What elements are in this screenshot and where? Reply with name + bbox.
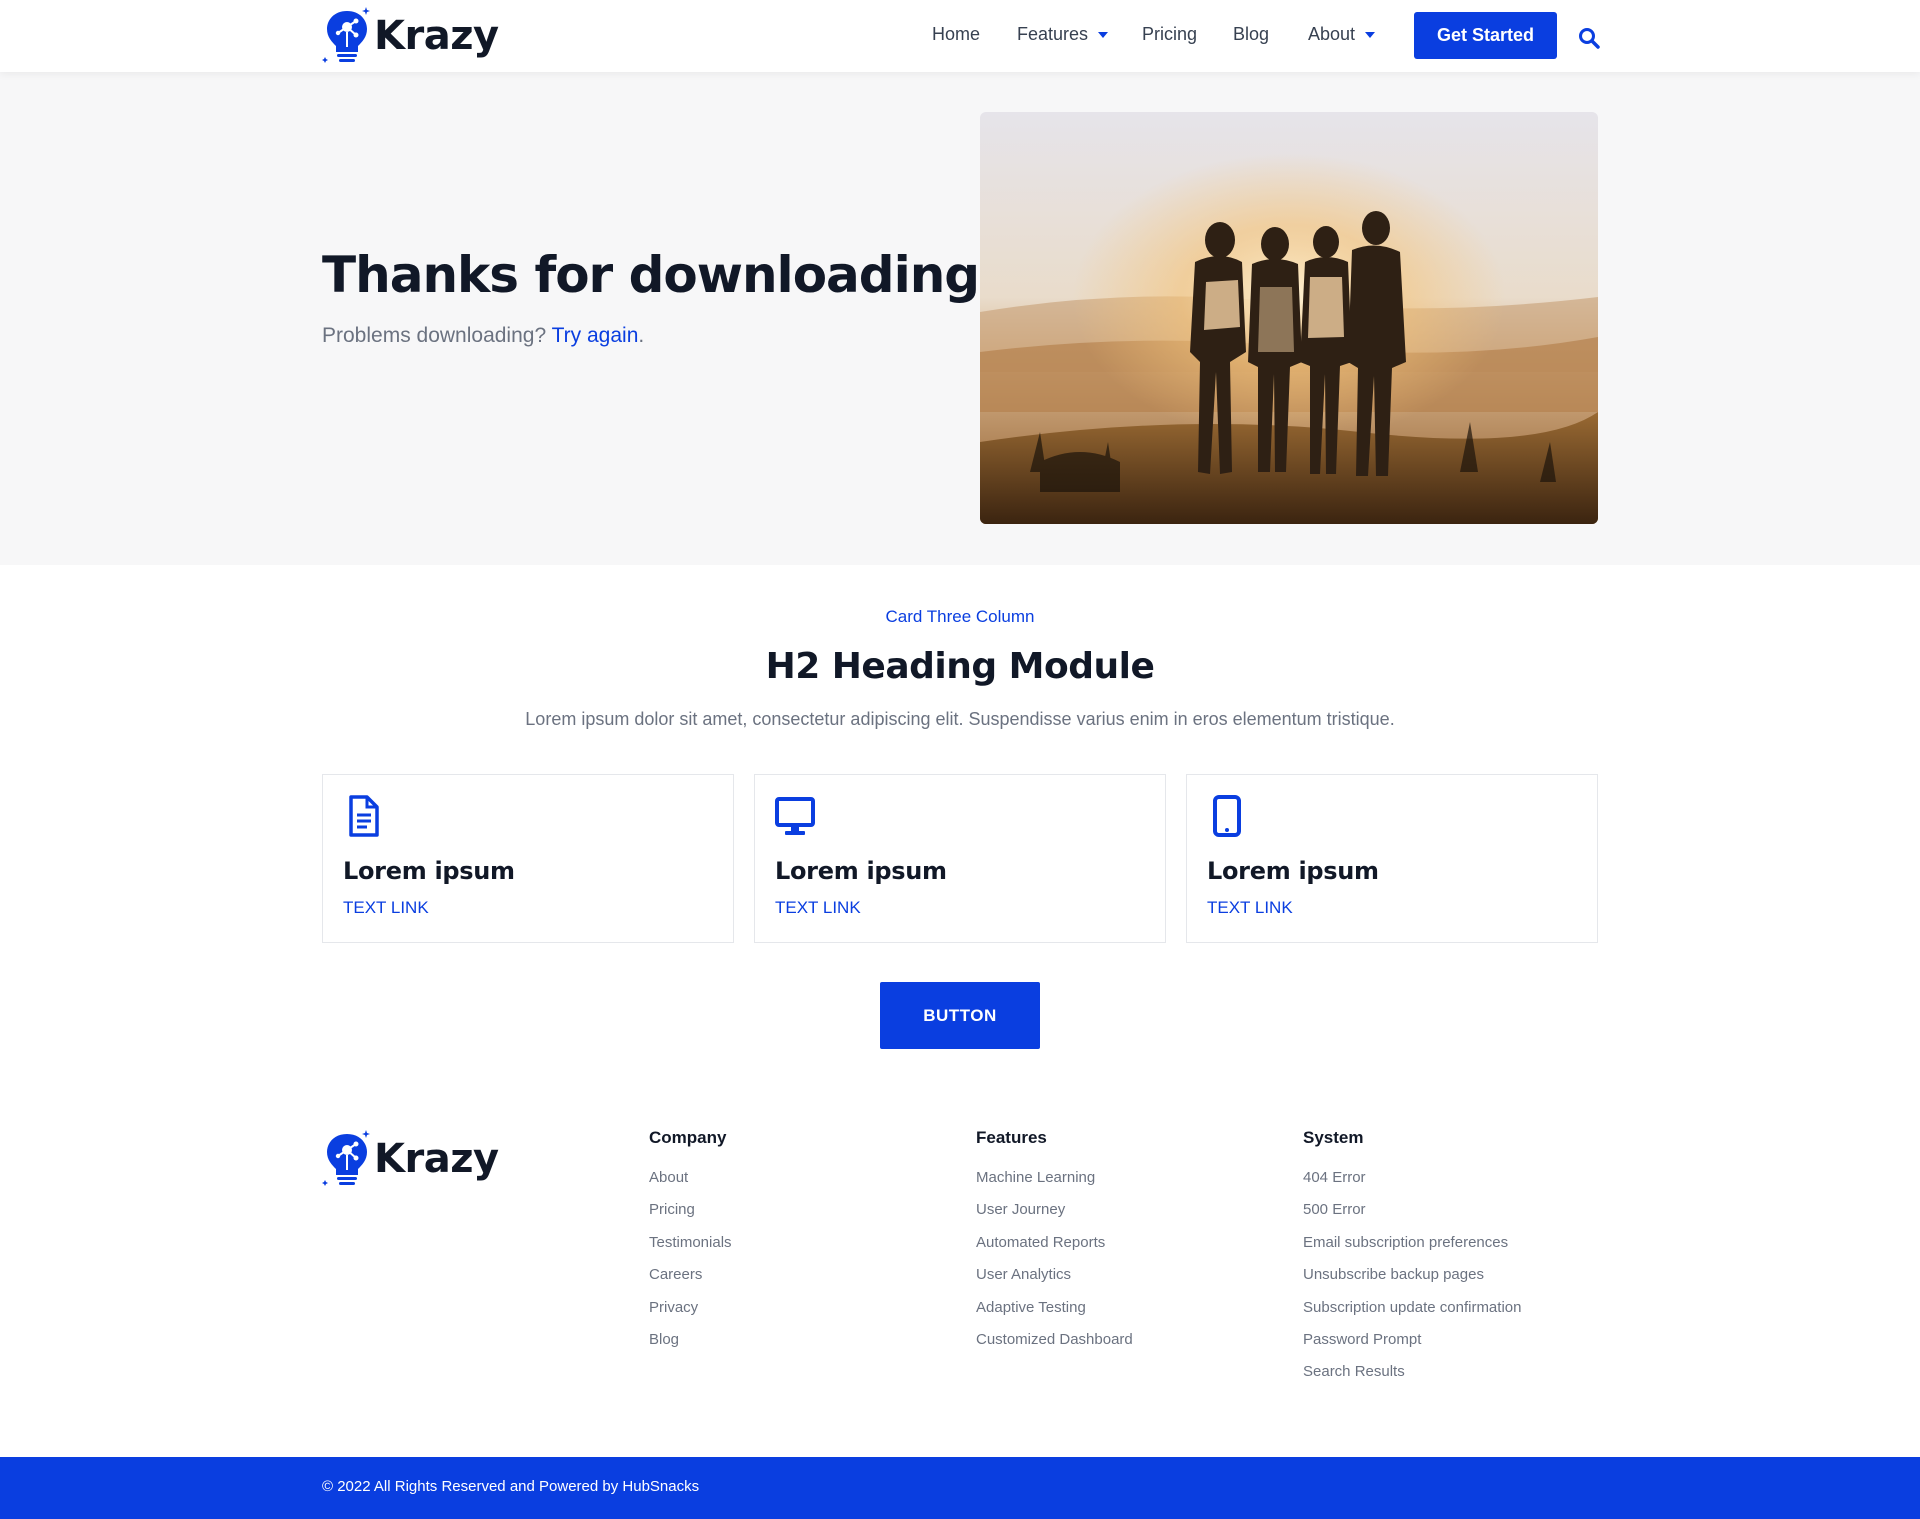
hero-sub-text: Problems downloading? <box>322 324 547 347</box>
feature-card: Lorem ipsum TEXT LINK <box>322 774 734 943</box>
footer-link[interactable]: Blog <box>649 1330 732 1362</box>
nav-home[interactable]: Home <box>932 24 980 45</box>
lightbulb-logo-icon <box>322 1130 370 1186</box>
nav-features-label: Features <box>1017 24 1089 44</box>
caret-down-icon <box>1098 31 1109 38</box>
copyright-text: © 2022 All Rights Reserved and Powered b… <box>322 1478 700 1495</box>
footer-logo[interactable]: Krazy <box>322 1130 499 1188</box>
footer-link[interactable]: About <box>649 1168 732 1200</box>
footer-link[interactable]: User Journey <box>976 1200 1133 1232</box>
hero-image <box>980 112 1598 524</box>
footer-link[interactable]: User Analytics <box>976 1265 1133 1297</box>
footer-column-features: Features Machine Learning User Journey A… <box>976 1128 1133 1362</box>
nav-about[interactable]: About <box>1308 24 1376 45</box>
footer-link[interactable]: Search Results <box>1303 1362 1521 1394</box>
footer-link[interactable]: Automated Reports <box>976 1233 1133 1265</box>
hero-title: Thanks for downloading! <box>322 246 1002 304</box>
get-started-button[interactable]: Get Started <box>1414 12 1557 59</box>
hero-sub-suffix: . <box>638 324 645 347</box>
footer-link[interactable]: Careers <box>649 1265 732 1297</box>
nav-features[interactable]: Features <box>1017 24 1109 45</box>
card-title: Lorem ipsum <box>1207 857 1379 885</box>
card-title: Lorem ipsum <box>775 857 947 885</box>
footer-link[interactable]: Privacy <box>649 1298 732 1330</box>
section-lead: Lorem ipsum dolor sit amet, consectetur … <box>525 709 1395 729</box>
lightbulb-logo-icon <box>322 7 370 63</box>
footer-link[interactable]: Testimonials <box>649 1233 732 1265</box>
footer-link[interactable]: Subscription update confirmation <box>1303 1298 1521 1330</box>
footer-link[interactable]: 404 Error <box>1303 1168 1521 1200</box>
nav-about-label: About <box>1308 24 1356 44</box>
card-text-link[interactable]: TEXT LINK <box>343 898 429 918</box>
section-heading: H2 Heading Module <box>765 646 1155 687</box>
card-title: Lorem ipsum <box>343 857 515 885</box>
copyright-bar: © 2022 All Rights Reserved and Powered b… <box>0 1457 1920 1519</box>
footer-heading: Company <box>649 1128 727 1147</box>
hero-subtitle: Problems downloading? Try again. <box>322 324 644 348</box>
desktop-icon <box>775 795 815 837</box>
section-eyebrow: Card Three Column <box>885 607 1035 626</box>
footer-link[interactable]: 500 Error <box>1303 1200 1521 1232</box>
footer-column-company: Company About Pricing Testimonials Caree… <box>649 1128 732 1362</box>
feature-card: Lorem ipsum TEXT LINK <box>1186 774 1598 943</box>
footer-heading: System <box>1303 1128 1364 1147</box>
try-again-link[interactable]: Try again <box>552 324 639 347</box>
logo-text: Krazy <box>374 13 499 59</box>
footer-link[interactable]: Unsubscribe backup pages <box>1303 1265 1521 1297</box>
section-button[interactable]: BUTTON <box>880 982 1040 1049</box>
nav-blog-label: Blog <box>1233 24 1270 44</box>
logo[interactable]: Krazy <box>322 7 499 65</box>
footer-link[interactable]: Password Prompt <box>1303 1330 1521 1362</box>
nav-pricing[interactable]: Pricing <box>1142 24 1197 45</box>
nav-pricing-label: Pricing <box>1142 24 1198 44</box>
footer-logo-text: Krazy <box>374 1136 499 1182</box>
site-header: Krazy Home Features Pricing Blog About G… <box>0 0 1920 72</box>
document-icon <box>343 795 383 837</box>
card-text-link[interactable]: TEXT LINK <box>1207 898 1293 918</box>
footer-link[interactable]: Adaptive Testing <box>976 1298 1133 1330</box>
mobile-icon <box>1207 795 1247 837</box>
caret-down-icon <box>1365 31 1376 38</box>
footer-link[interactable]: Customized Dashboard <box>976 1330 1133 1362</box>
footer-link[interactable]: Machine Learning <box>976 1168 1133 1200</box>
footer-link[interactable]: Pricing <box>649 1200 732 1232</box>
footer-link[interactable]: Email subscription preferences <box>1303 1233 1521 1265</box>
search-icon[interactable] <box>1578 27 1600 49</box>
footer-heading: Features <box>976 1128 1047 1147</box>
nav-blog[interactable]: Blog <box>1233 24 1269 45</box>
card-text-link[interactable]: TEXT LINK <box>775 898 861 918</box>
hero-section: Thanks for downloading! Problems downloa… <box>0 72 1920 565</box>
feature-card: Lorem ipsum TEXT LINK <box>754 774 1166 943</box>
footer-column-system: System 404 Error 500 Error Email subscri… <box>1303 1128 1521 1395</box>
nav-home-label: Home <box>932 24 981 44</box>
